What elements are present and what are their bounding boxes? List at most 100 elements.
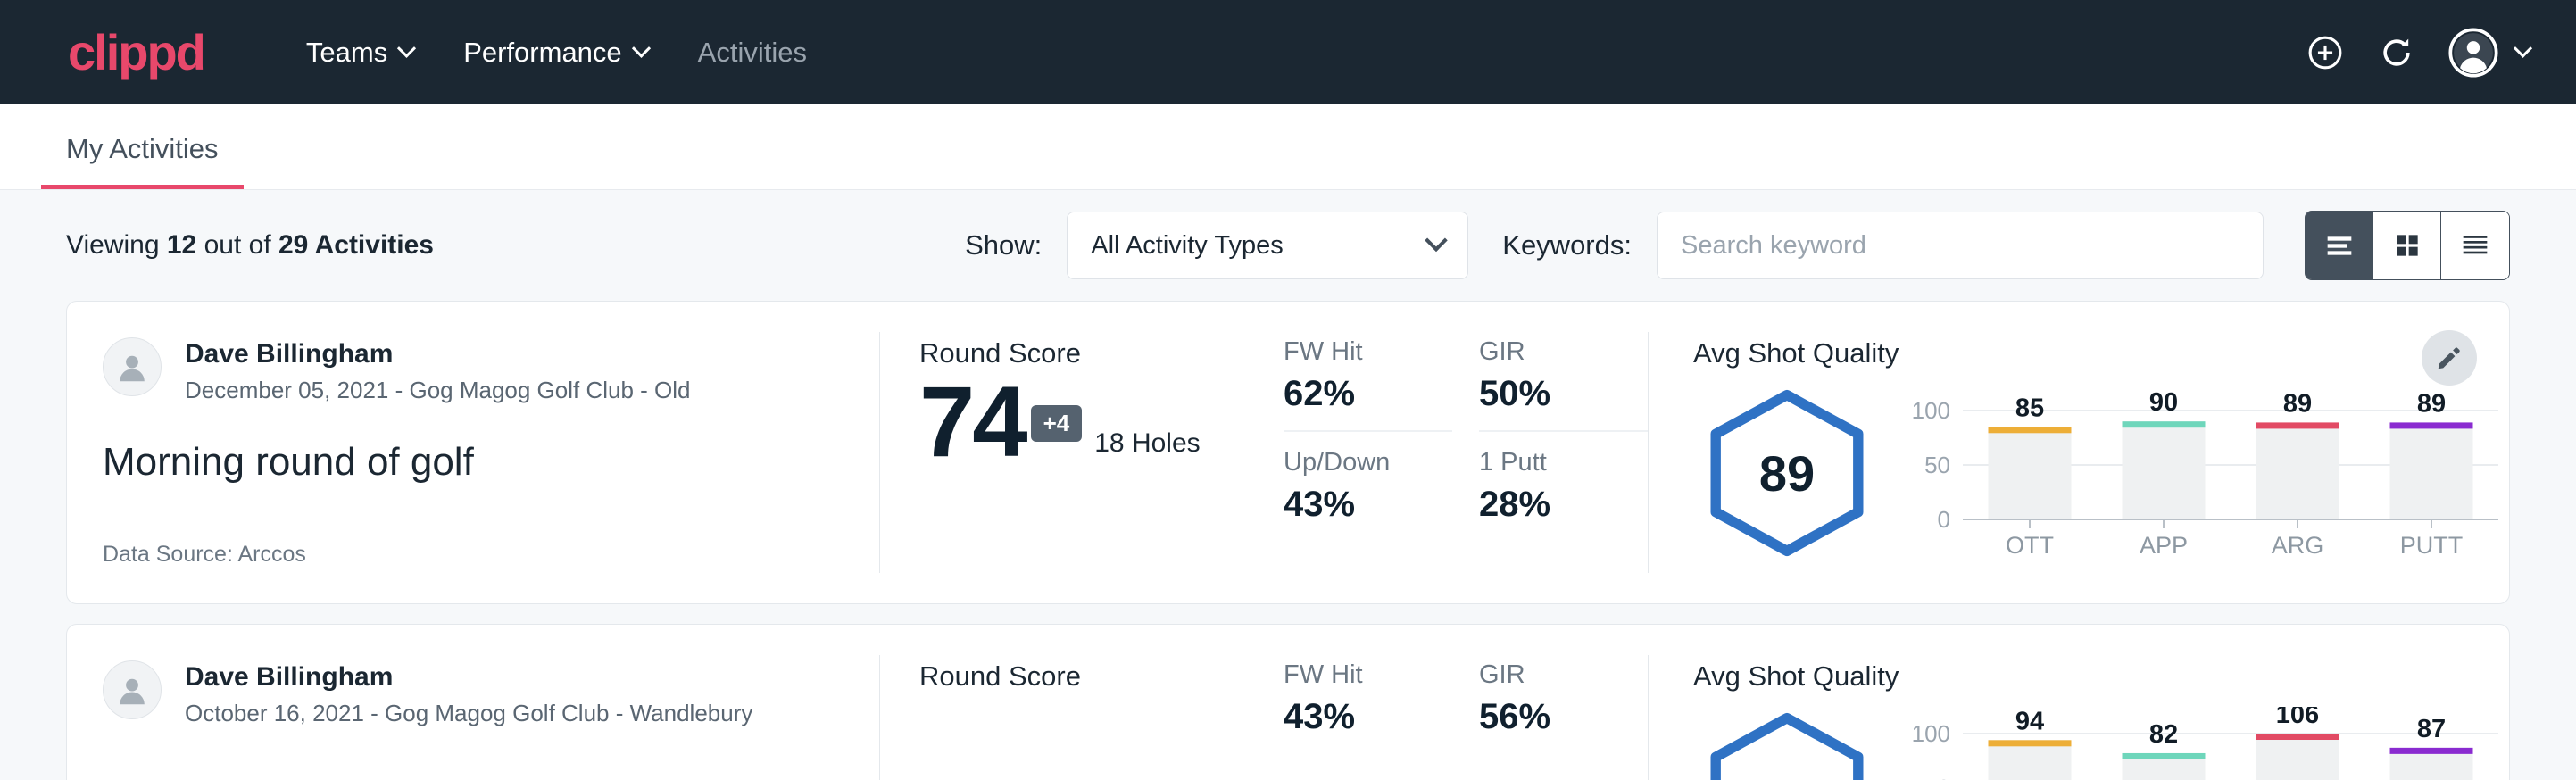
round-score-label: Round Score: [919, 660, 1273, 693]
viewing-count-text: Viewing 12 out of 29 Activities: [66, 230, 434, 261]
author-name: Dave Billingham: [185, 337, 691, 371]
search-input[interactable]: [1657, 212, 2264, 279]
stat-value: 43%: [1284, 697, 1434, 737]
chevron-down-icon: [1425, 229, 1448, 252]
shot-quality-value: 89: [1702, 388, 1872, 558]
activity-data-source: Data Source: Arccos: [103, 542, 852, 568]
score-diff-badge: +4: [1031, 405, 1083, 442]
nav-item-label: Teams: [306, 37, 387, 69]
round-score-section: Round Score 74 +4 18 Holes: [880, 302, 1273, 603]
grid-view-button[interactable]: [2373, 212, 2441, 279]
round-stats-section: FW Hit 43% GIR 56%: [1273, 625, 1648, 780]
refresh-icon[interactable]: [2377, 33, 2416, 72]
bar-chart: 05010085OTT90APP89ARG89PUTT: [1907, 384, 2509, 562]
author-name: Dave Billingham: [185, 660, 752, 694]
chevron-down-icon: [632, 39, 651, 58]
main-nav: Teams Performance Activities: [281, 37, 832, 69]
svg-text:100: 100: [1912, 720, 1950, 747]
tab-my-activities[interactable]: My Activities: [41, 133, 244, 189]
shot-quality-body: 05010094OTT82APP106ARG87PUTT: [1693, 701, 2509, 780]
pencil-icon: [2435, 344, 2464, 372]
svg-text:50: 50: [1924, 775, 1950, 780]
shot-quality-section: Avg Shot Quality 05010094OTT82APP106ARG8…: [1649, 625, 2509, 780]
app-logo[interactable]: clippd: [68, 28, 204, 78]
stat-value: 43%: [1284, 485, 1434, 525]
viewing-middle: out of: [204, 230, 271, 260]
round-stats-section: FW Hit 62% GIR 50% Up/Down 43% 1 Putt 28…: [1273, 302, 1648, 603]
activity-type-select[interactable]: All Activity Types: [1067, 212, 1468, 279]
shot-quality-hexagon: 89: [1702, 388, 1872, 558]
shot-quality-section: Avg Shot Quality 89 05010085OTT90APP89AR…: [1649, 302, 2509, 603]
nav-item-teams[interactable]: Teams: [281, 37, 438, 69]
user-menu[interactable]: [2448, 28, 2530, 78]
shot-quality-chart: 05010094OTT82APP106ARG87PUTT: [1907, 707, 2509, 780]
top-actions: [2306, 28, 2530, 78]
svg-text:90: 90: [2149, 388, 2178, 417]
stat-label: FW Hit: [1284, 660, 1434, 690]
list-view-button[interactable]: [2306, 212, 2373, 279]
holes-label: 18 Holes: [1094, 428, 1200, 459]
viewing-total: 29 Activities: [278, 230, 434, 260]
nav-item-label: Activities: [698, 37, 807, 69]
stat-up-down: Up/Down 43%: [1284, 448, 1452, 525]
activity-meta: December 05, 2021 - Gog Magog Golf Club …: [185, 377, 691, 404]
svg-text:87: 87: [2417, 715, 2446, 743]
edit-activity-button[interactable]: [2422, 330, 2477, 386]
svg-text:50: 50: [1924, 452, 1950, 478]
compact-view-button[interactable]: [2441, 212, 2509, 279]
svg-text:82: 82: [2149, 720, 2178, 749]
person-icon: [112, 346, 153, 387]
shot-quality-body: 89 05010085OTT90APP89ARG89PUTT: [1693, 378, 2509, 568]
avatar: [103, 660, 162, 719]
show-label: Show:: [965, 229, 1042, 261]
stat-value: 28%: [1479, 485, 1630, 525]
top-navigation-bar: clippd Teams Performance Activities: [0, 0, 2576, 104]
activity-title: Morning round of golf: [103, 440, 852, 485]
view-mode-toggle: [2305, 211, 2510, 280]
stat-fw-hit: FW Hit 62%: [1284, 337, 1452, 432]
add-circle-icon[interactable]: [2306, 33, 2345, 72]
stats-grid: FW Hit 43% GIR 56%: [1284, 660, 1648, 737]
list-icon: [2322, 228, 2357, 263]
viewing-prefix: Viewing: [66, 230, 160, 260]
viewing-count: 12: [167, 230, 196, 260]
shot-quality-value: [1702, 711, 1872, 780]
round-score-label: Round Score: [919, 337, 1273, 369]
stat-label: FW Hit: [1284, 337, 1434, 367]
stat-1-putt: 1 Putt 28%: [1479, 448, 1648, 525]
shot-quality-hexagon: [1702, 711, 1872, 780]
svg-text:0: 0: [1938, 506, 1950, 533]
svg-text:100: 100: [1912, 397, 1950, 424]
stat-label: GIR: [1479, 660, 1630, 690]
svg-text:85: 85: [2015, 394, 2044, 422]
svg-text:89: 89: [2283, 389, 2312, 418]
tab-strip: My Activities: [0, 104, 2576, 190]
stat-label: 1 Putt: [1479, 448, 1630, 477]
nav-item-activities[interactable]: Activities: [673, 37, 832, 69]
stat-value: 50%: [1479, 374, 1630, 414]
activity-card[interactable]: Dave Billingham October 16, 2021 - Gog M…: [66, 624, 2510, 780]
stat-gir: GIR 50%: [1479, 337, 1648, 432]
stat-fw-hit: FW Hit 43%: [1284, 660, 1452, 737]
nav-item-label: Performance: [463, 37, 621, 69]
svg-text:PUTT: PUTT: [2400, 532, 2464, 559]
activity-meta: October 16, 2021 - Gog Magog Golf Club -…: [185, 700, 752, 727]
stat-label: GIR: [1479, 337, 1630, 367]
round-score-value: 74: [919, 375, 1026, 469]
stat-label: Up/Down: [1284, 448, 1434, 477]
shot-quality-chart: 05010085OTT90APP89ARG89PUTT: [1907, 384, 2509, 562]
round-score-row: 74 +4 18 Holes: [919, 375, 1273, 469]
stat-value: 56%: [1479, 697, 1630, 737]
activity-author: Dave Billingham October 16, 2021 - Gog M…: [103, 660, 852, 727]
stat-gir: GIR 56%: [1479, 660, 1648, 737]
svg-text:APP: APP: [2140, 532, 2188, 559]
activity-author: Dave Billingham December 05, 2021 - Gog …: [103, 337, 852, 404]
activity-card[interactable]: Dave Billingham December 05, 2021 - Gog …: [66, 301, 2510, 604]
stats-grid: FW Hit 62% GIR 50% Up/Down 43% 1 Putt 28…: [1284, 337, 1648, 525]
lines-icon: [2457, 228, 2493, 263]
activity-info: Dave Billingham October 16, 2021 - Gog M…: [67, 625, 879, 780]
nav-item-performance[interactable]: Performance: [438, 37, 672, 69]
stat-value: 62%: [1284, 374, 1434, 414]
avatar: [103, 337, 162, 396]
person-icon: [112, 669, 153, 710]
